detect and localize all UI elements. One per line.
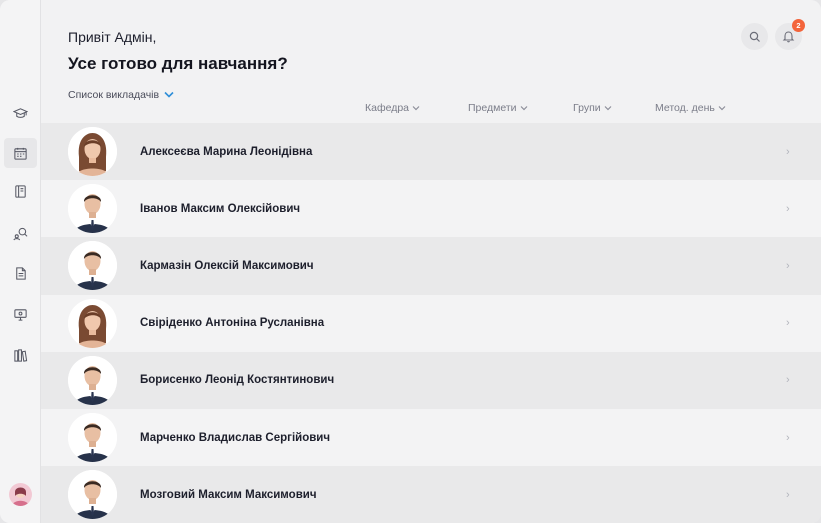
teacher-avatar <box>68 298 117 348</box>
chevron-down-icon <box>718 103 726 113</box>
teacher-row[interactable]: Борисенко Леонід Костянтинович › <box>41 351 821 409</box>
search-button[interactable] <box>741 23 768 50</box>
teacher-row[interactable]: Марченко Владислав Сергійович › <box>41 408 821 467</box>
column-department[interactable]: Кафедра <box>365 102 420 114</box>
app-window: Привіт Адмін, Усе готово для навчання? С… <box>0 0 821 523</box>
chevron-right-icon: › <box>786 431 790 444</box>
teacher-name: Кармазін Олексій Максимович <box>140 259 314 272</box>
column-label: Кафедра <box>365 102 410 114</box>
library-icon[interactable] <box>9 344 31 366</box>
book-icon[interactable] <box>9 180 31 202</box>
teacher-avatar <box>68 413 117 463</box>
list-select-label: Список викладачів <box>68 89 160 101</box>
column-method-day[interactable]: Метод. день <box>655 102 726 114</box>
teacher-row[interactable]: Іванов Максим Олексійович › <box>41 180 821 238</box>
chevron-right-icon: › <box>786 259 790 272</box>
calendar-icon[interactable] <box>4 138 37 168</box>
chevron-right-icon: › <box>786 202 790 215</box>
bell-icon <box>782 31 795 43</box>
teacher-row[interactable]: Мозговий Максим Максимович › <box>41 466 821 523</box>
column-label: Групи <box>573 102 601 114</box>
chevron-right-icon: › <box>786 374 790 387</box>
teacher-avatar <box>68 355 117 405</box>
teacher-row[interactable]: Свіріденко Антоніна Русланівна › <box>41 294 821 352</box>
teacher-row[interactable]: Алексеєва Марина Леонідівна › <box>41 123 821 181</box>
monitor-icon[interactable] <box>9 303 31 325</box>
teacher-name: Іванов Максим Олексійович <box>140 202 301 215</box>
greeting-text: Привіт Адмін, <box>68 29 157 45</box>
teacher-name: Свіріденко Антоніна Русланівна <box>140 317 325 330</box>
column-subjects[interactable]: Предмети <box>468 102 528 114</box>
teacher-name: Алексеєва Марина Леонідівна <box>140 145 313 158</box>
chevron-right-icon: › <box>786 488 790 501</box>
column-label: Предмети <box>468 102 517 114</box>
teacher-list: Алексеєва Марина Леонідівна › Іванов Мак… <box>41 123 821 523</box>
teacher-row[interactable]: Кармазін Олексій Максимович › <box>41 237 821 295</box>
teacher-avatar <box>68 127 117 177</box>
teacher-avatar <box>68 470 117 520</box>
teacher-name: Марченко Владислав Сергійович <box>140 431 331 444</box>
teacher-avatar <box>68 241 117 291</box>
graduation-cap-icon[interactable] <box>9 102 31 124</box>
document-icon[interactable] <box>9 262 31 284</box>
column-groups[interactable]: Групи <box>573 102 612 114</box>
chevron-down-icon <box>520 103 528 113</box>
search-people-icon[interactable] <box>9 222 31 244</box>
teacher-name: Мозговий Максим Максимович <box>140 488 317 501</box>
teacher-list-dropdown[interactable]: Список викладачів <box>68 89 174 101</box>
chevron-down-icon <box>604 103 612 113</box>
chevron-down-icon <box>412 103 420 113</box>
chevron-down-icon <box>164 90 174 101</box>
chevron-right-icon: › <box>786 317 790 330</box>
user-avatar[interactable] <box>9 483 32 506</box>
notification-badge: 2 <box>792 19 805 32</box>
search-icon <box>749 31 760 42</box>
teacher-avatar <box>68 184 117 234</box>
sidebar <box>0 0 41 523</box>
column-label: Метод. день <box>655 102 715 114</box>
teacher-name: Борисенко Леонід Костянтинович <box>140 374 335 387</box>
page-title: Усе готово для навчання? <box>68 54 288 73</box>
chevron-right-icon: › <box>786 145 790 158</box>
